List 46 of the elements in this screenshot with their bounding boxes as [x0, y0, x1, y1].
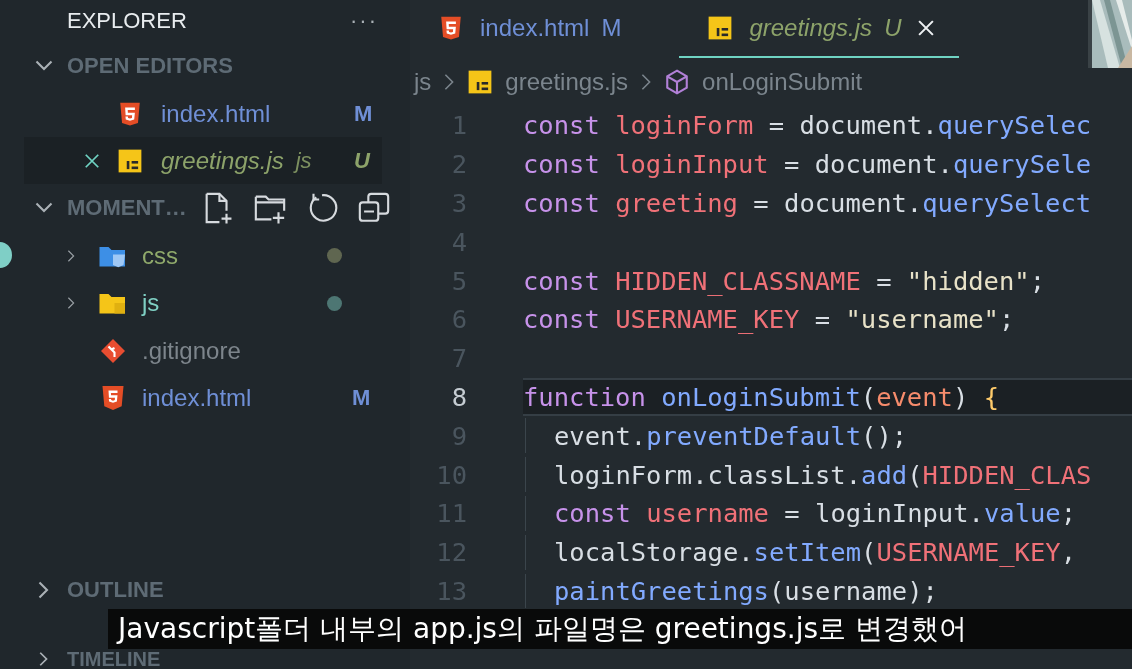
file-name: greetings.js	[161, 146, 284, 175]
section-header[interactable]: OUTLINE	[67, 577, 164, 603]
editor-tab[interactable]: index.html M	[438, 0, 658, 58]
open-editor-item[interactable]: index.html M	[24, 90, 382, 137]
breadcrumb-item[interactable]: onLoginSubmit	[702, 68, 863, 96]
code-line: localStorage.setItem(USERNAME_KEY,	[523, 532, 1132, 572]
tab-label: greetings.js	[749, 14, 873, 42]
code-line: const loginInput = document.querySele	[523, 148, 1093, 182]
section-header[interactable]: MOMENT…	[67, 195, 187, 221]
more-actions-button[interactable]: ···	[346, 8, 382, 34]
file-path: js	[295, 147, 312, 174]
open-editor-item[interactable]: greetings.js js U	[24, 137, 382, 184]
file-type-icon	[707, 15, 734, 41]
git-status: M	[354, 100, 374, 127]
collapse-all-icon[interactable]	[356, 191, 391, 225]
file-name: index.html	[161, 99, 271, 128]
git-status: M	[352, 385, 372, 412]
section-header[interactable]: TIMELINE	[67, 647, 161, 669]
code-line: const username = loginInput.value;	[523, 493, 1132, 533]
code-line: const greeting = document.querySelect	[523, 187, 1093, 220]
breadcrumb-item[interactable]: js	[414, 68, 432, 96]
shield-icon	[117, 100, 143, 127]
tree-item[interactable]: js	[142, 289, 160, 318]
code-line: const loginForm = document.querySelec	[523, 109, 1093, 143]
cube-icon	[664, 69, 691, 95]
subtitle-caption: Javascript폴더 내부의 app.js의 파일명은 greetings.js로 변경했어	[108, 609, 1132, 649]
git-status: U	[884, 14, 902, 42]
shield-icon	[438, 15, 464, 41]
file-type-icon	[467, 69, 494, 95]
breadcrumb-item[interactable]: greetings.js	[505, 68, 629, 96]
code-line: const HIDDEN_CLASSNAME = "hidden";	[523, 264, 1047, 298]
code-line: const USERNAME_KEY = "username";	[523, 303, 1016, 337]
code-line: paintGreetings(username);	[523, 571, 1132, 611]
tree-item[interactable]: .gitignore	[142, 336, 241, 365]
file-type-icon	[117, 147, 143, 174]
sidebar-title: EXPLORER	[67, 8, 188, 34]
git-status: U	[354, 147, 372, 174]
tree-item[interactable]: index.html	[142, 384, 252, 413]
code-line: event.preventDefault();	[523, 416, 1132, 456]
tab-label: index.html	[480, 14, 590, 42]
editor-tab[interactable]: greetings.js U	[679, 0, 960, 58]
tree-item[interactable]: css	[142, 241, 178, 270]
line-number: 8	[450, 381, 467, 412]
code-line: loginForm.classList.add(HIDDEN_CLAS	[523, 455, 1132, 494]
section-header[interactable]: OPEN EDITORS	[67, 53, 233, 79]
git-status: M	[601, 14, 622, 42]
